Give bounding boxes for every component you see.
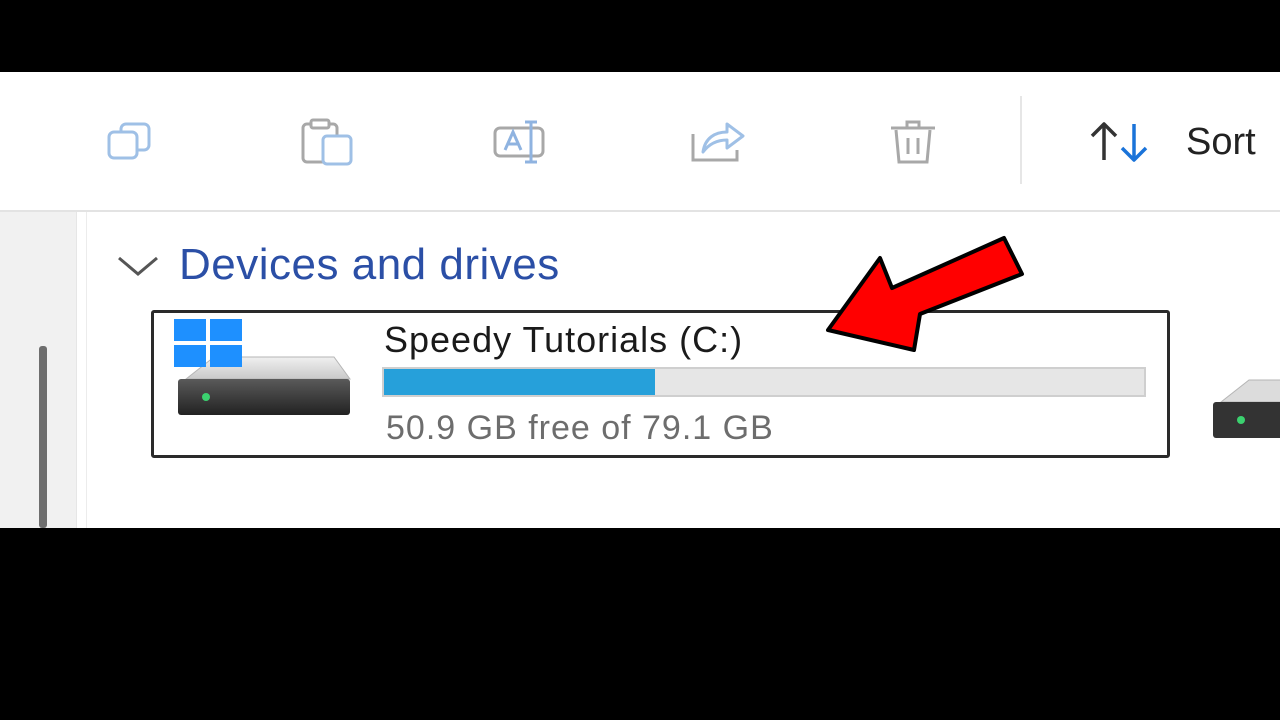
sort-button[interactable]: Sort [1086,116,1280,168]
copy-icon [107,122,151,160]
delete-icon [891,120,935,164]
drive-space-text: 50.9 GB free of 79.1 GB [386,409,774,447]
command-bar: Sort [0,72,1280,212]
copy-button[interactable] [102,116,166,168]
sort-icon [1090,122,1148,162]
paste-icon [301,118,353,166]
rename-icon [493,120,545,164]
devices-section-header[interactable]: Devices and drives [115,240,560,290]
windows-drive-icon [174,319,351,415]
delete-button[interactable] [882,116,946,168]
drive-icon[interactable] [1209,342,1280,454]
red-arrow-annotation [826,236,1024,352]
share-button[interactable] [686,116,750,168]
share-icon [691,122,745,162]
navigation-scrollbar[interactable] [39,346,47,528]
content-pane: Devices and drives Speedy Tutorials (C:)… [86,212,1280,528]
drive-usage-bar [382,367,1146,397]
rename-button[interactable] [490,116,554,168]
sort-label: Sort [1186,120,1256,163]
navigation-pane [0,212,77,528]
section-title: Devices and drives [179,240,560,289]
chevron-down-icon [118,256,158,276]
drive-name: Speedy Tutorials (C:) [384,319,744,360]
paste-button[interactable] [296,116,360,168]
drive-usage-fill [384,369,656,395]
file-explorer-window: Sort Devices and drives Speedy Tutorials… [0,72,1280,528]
